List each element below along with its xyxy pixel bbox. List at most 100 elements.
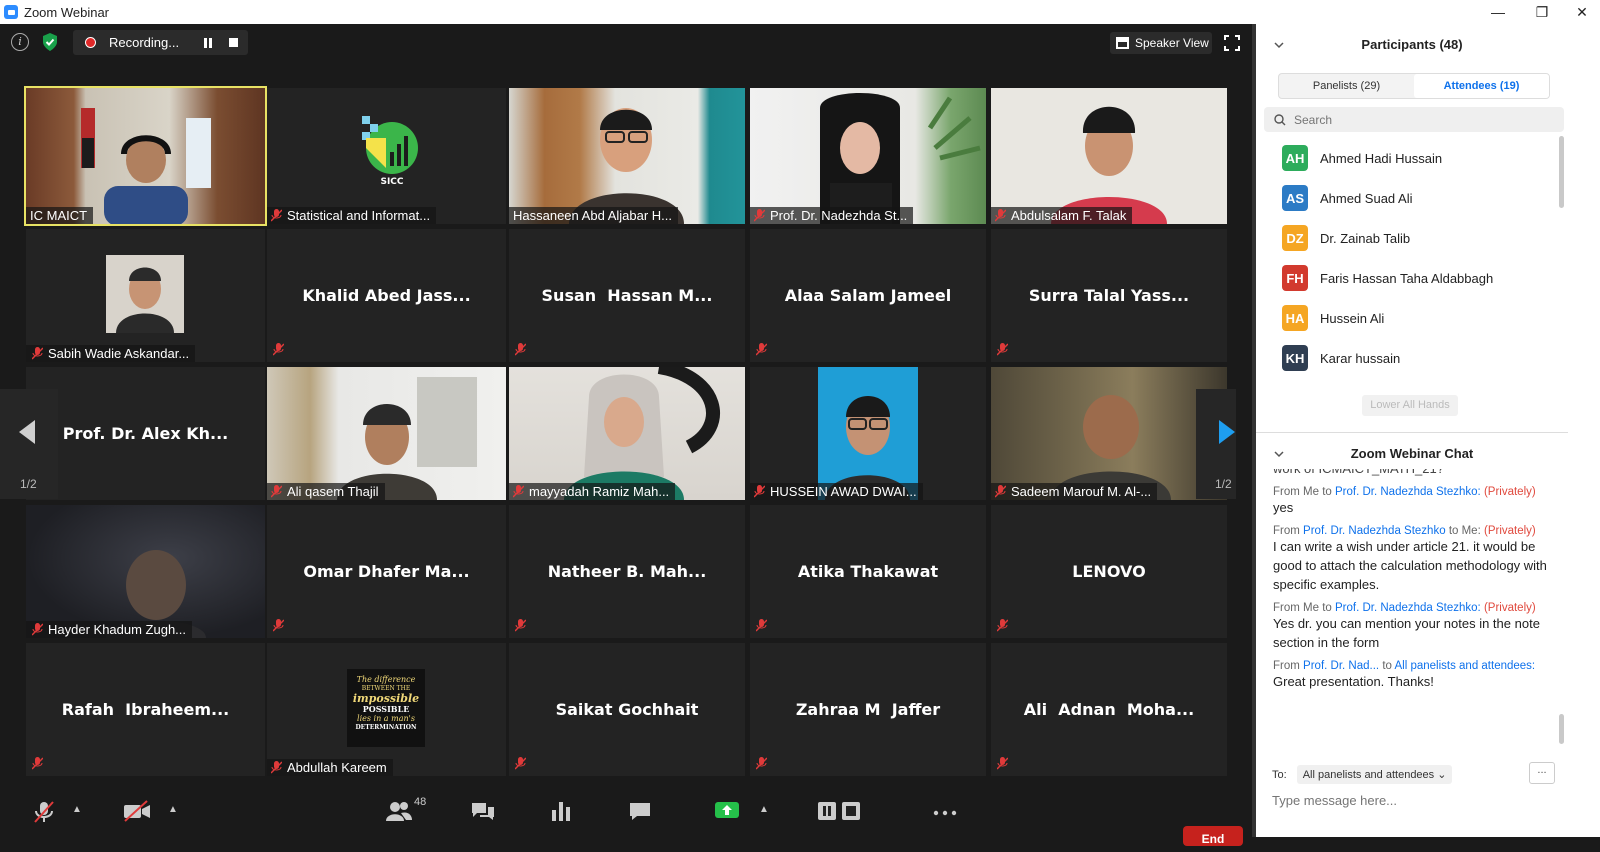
participant-video — [750, 367, 986, 500]
video-tile-susan[interactable]: Susan Hassan M... — [509, 229, 745, 362]
chat-messages: work of ICMAICT_MATH_21? From Me to Prof… — [1273, 469, 1563, 755]
video-tile-khalid[interactable]: Khalid Abed Jass... — [267, 229, 506, 362]
participants-tabs: Panelists (29) Attendees (19) — [1278, 73, 1550, 99]
video-tile-natheer[interactable]: Natheer B. Mah... — [509, 505, 745, 638]
participants-button[interactable]: 48 — [386, 796, 430, 822]
chat-sender[interactable]: Prof. Dr. Nad... — [1303, 660, 1379, 672]
participant-row[interactable]: AH Ahmed Hadi Hussain — [1282, 144, 1442, 172]
video-tile-mayyadah[interactable]: mayyadah Ramiz Mah... — [509, 367, 745, 500]
previous-page-button[interactable]: 1/2 — [0, 389, 58, 499]
video-tile-hassaneen[interactable]: Hassaneen Abd Aljabar H... — [509, 88, 745, 224]
video-tile-abdulsalam[interactable]: Abdulsalam F. Talak — [991, 88, 1227, 224]
video-tile-surra[interactable]: Surra Talal Yass... — [991, 229, 1227, 362]
video-tile-rafah[interactable]: Rafah Ibraheem... — [26, 643, 265, 776]
start-video-icon[interactable] — [123, 800, 151, 822]
video-tile-nadezhda[interactable]: Prof. Dr. Nadezhda St... — [750, 88, 986, 224]
video-tile-zahraa[interactable]: Zahraa M Jaffer — [750, 643, 986, 776]
participants-count: 48 — [414, 796, 427, 808]
video-tile-lenovo[interactable]: LENOVO — [991, 505, 1227, 638]
chat-message-meta: From Me to Prof. Dr. Nadezhda Stezhko: (… — [1273, 602, 1563, 614]
muted-mic-icon — [997, 619, 1008, 632]
participant-name-label: mayyadah Ramiz Mah... — [509, 483, 676, 500]
participant-name: Abdullah Kareem — [287, 760, 387, 775]
poster-line: POSSIBLE — [362, 704, 410, 714]
video-tile-abdullah[interactable]: The difference BETWEEN THE impossible PO… — [267, 643, 506, 776]
share-options-caret-icon[interactable]: ▲ — [759, 804, 769, 815]
participant-row[interactable]: HA Hussein Ali — [1282, 304, 1384, 332]
chat-recipient[interactable]: All panelists and attendees: — [1394, 660, 1535, 672]
participant-name: Hussein Ali — [1320, 310, 1385, 326]
participant-name: Atika Thakawat — [797, 562, 939, 581]
chat-recipient[interactable]: Prof. Dr. Nadezhda Stezhko: — [1335, 486, 1481, 498]
video-tile-alaa[interactable]: Alaa Salam Jameel — [750, 229, 986, 362]
qa-icon[interactable] — [470, 800, 494, 822]
participant-name: Statistical and Informat... — [287, 208, 431, 223]
video-options-caret-icon[interactable]: ▲ — [168, 804, 178, 815]
search-input[interactable] — [1292, 111, 1546, 128]
chat-more-button[interactable]: ... — [1529, 762, 1555, 784]
polling-icon[interactable] — [551, 800, 575, 822]
tab-panelists[interactable]: Panelists (29) — [1279, 74, 1414, 98]
chat-icon[interactable] — [628, 800, 652, 822]
speaker-view-button[interactable]: Speaker View — [1110, 32, 1212, 54]
participant-name: Karar hussain — [1320, 350, 1401, 366]
video-tile-hussein-awad[interactable]: HUSSEIN AWAD DWAI... — [750, 367, 986, 500]
speaker-view-label: Speaker View — [1135, 36, 1209, 50]
recording-controls[interactable] — [817, 800, 865, 822]
video-tile-hayder[interactable]: Hayder Khadum Zugh... — [26, 505, 265, 638]
participant-name: Rafah Ibraheem... — [61, 700, 230, 719]
audio-options-caret-icon[interactable]: ▲ — [72, 804, 82, 815]
next-page-button[interactable]: 1/2 — [1196, 389, 1236, 499]
security-shield-icon[interactable] — [41, 32, 59, 52]
video-tile-sabih[interactable]: Sabih Wadie Askandar... — [26, 229, 265, 362]
participant-row[interactable]: AS Ahmed Suad Ali — [1282, 184, 1413, 212]
participant-name-label: Ali qasem Thajil — [267, 483, 385, 500]
muted-mic-icon — [754, 209, 765, 222]
video-tile-atika[interactable]: Atika Thakawat — [750, 505, 986, 638]
participant-row[interactable]: DZ Dr. Zainab Talib — [1282, 224, 1410, 252]
participant-search[interactable] — [1264, 107, 1564, 132]
participant-row[interactable]: FH Faris Hassan Taha Aldabbagh — [1282, 264, 1493, 292]
muted-mic-icon — [32, 347, 43, 360]
fullscreen-icon[interactable] — [1224, 35, 1240, 51]
stop-recording-icon[interactable] — [229, 38, 238, 47]
avatar: HA — [1282, 305, 1308, 331]
participant-name: Surra Talal Yass... — [1028, 286, 1190, 305]
participant-name: Zahraa M Jaffer — [795, 700, 941, 719]
recipient-select[interactable]: All panelists and attendees ⌄ — [1296, 765, 1453, 784]
participant-name: Ali Adnan Moha... — [1023, 700, 1195, 719]
video-tile-sadeem[interactable]: Sadeem Marouf M. Al-... — [991, 367, 1227, 500]
end-meeting-button[interactable]: End — [1183, 826, 1243, 846]
tab-attendees[interactable]: Attendees (19) — [1414, 74, 1549, 98]
participant-name-label: Sabih Wadie Askandar... — [26, 345, 196, 362]
video-tile-saikat[interactable]: Saikat Gochhait — [509, 643, 745, 776]
close-button[interactable]: ✕ — [1564, 0, 1600, 24]
chat-from: From — [1273, 525, 1300, 537]
video-tile-omar[interactable]: Omar Dhafer Ma... — [267, 505, 506, 638]
participant-video — [750, 88, 986, 224]
unmute-mic-icon[interactable] — [32, 800, 56, 823]
avatar: AS — [1282, 185, 1308, 211]
chat-recipient[interactable]: Prof. Dr. Nadezhda Stezhko: — [1335, 602, 1481, 614]
chat-message-input[interactable] — [1270, 792, 1554, 809]
minimize-button[interactable]: — — [1476, 0, 1520, 24]
more-options-icon[interactable] — [932, 800, 958, 822]
sicc-logo-text: SICC — [380, 177, 403, 187]
video-tile-ali-adnan[interactable]: Ali Adnan Moha... — [991, 643, 1227, 776]
video-tile-ali-qasem[interactable]: Ali qasem Thajil — [267, 367, 506, 500]
participants-scrollbar[interactable] — [1559, 136, 1564, 208]
share-screen-icon[interactable] — [714, 800, 739, 822]
info-icon[interactable]: i — [11, 33, 29, 51]
video-tile-alex[interactable]: Prof. Dr. Alex Kh... — [26, 367, 265, 500]
pause-recording-icon[interactable] — [203, 38, 213, 48]
participant-row[interactable]: KH Karar hussain — [1282, 344, 1400, 372]
chat-scrollbar[interactable] — [1559, 714, 1564, 744]
page-indicator: 1/2 — [1215, 477, 1232, 491]
lower-all-hands-button[interactable]: Lower All Hands — [1362, 395, 1458, 416]
muted-mic-icon — [32, 757, 43, 770]
video-tile-sicc[interactable]: SICC Statistical and Informat... — [267, 88, 506, 224]
restore-button[interactable]: ❐ — [1520, 0, 1564, 24]
chat-sender[interactable]: Prof. Dr. Nadezhda Stezhko — [1303, 525, 1446, 537]
video-tile-ic-maict[interactable]: IC MAICT — [24, 86, 267, 226]
participant-name-label: Prof. Dr. Nadezhda St... — [750, 207, 914, 224]
